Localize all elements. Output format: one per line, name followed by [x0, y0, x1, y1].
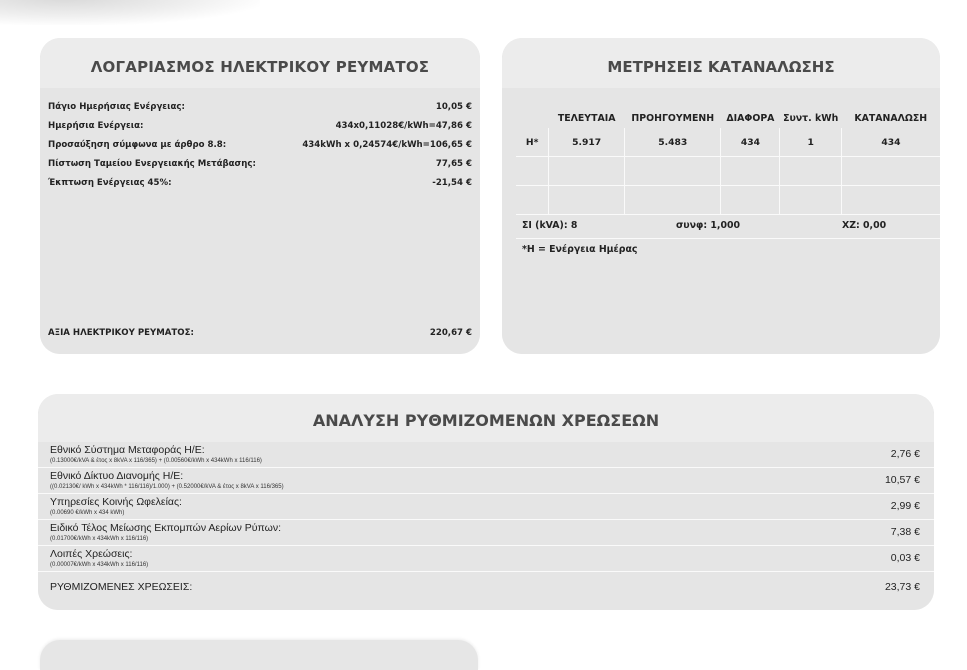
bill-total-row: ΑΞΙΑ ΗΛΕΚΤΡΙΚΟΥ ΡΕΥΜΑΤΟΣ: 220,67 €: [48, 328, 472, 342]
electricity-bill-card: ΛΟΓΑΡΙΑΣΜΟΣ ΗΛΕΚΤΡΙΚΟΥ ΡΕΥΜΑΤΟΣ Πάγιο Ημ…: [40, 38, 480, 354]
bill-row: Πίστωση Ταμείου Ενεργειακής Μετάβασης: 7…: [48, 159, 472, 173]
table-row: [516, 156, 940, 186]
bill-row-value: 10,05 €: [435, 102, 472, 112]
charge-detail: (0.00690 €/kWh x 434 kWh): [50, 510, 125, 516]
electricity-bill-title: ΛΟΓΑΡΙΑΣΜΟΣ ΗΛΕΚΤΡΙΚΟΥ ΡΕΥΜΑΤΟΣ: [40, 38, 480, 88]
charges-total-label: ΡΥΘΜΙΖΟΜΕΝΕΣ ΧΡΕΩΣΕΙΣ:: [50, 581, 193, 593]
column-header: Συντ. kWh: [783, 113, 839, 124]
charge-row: Εθνικό Δίκτυο Διανομής Η/Ε: ((0.02130€/ …: [38, 468, 934, 494]
bill-row-label: Πάγιο Ημερήσιας Ενέργειας:: [48, 102, 185, 112]
charge-detail: (0.13000€/kVA & έτος x 8kVA x 116/365) +…: [50, 458, 262, 464]
regulated-charges-card: ΑΝΑΛΥΣΗ ΡΥΘΜΙΖΟΜΕΝΩΝ ΧΡΕΩΣΕΩΝ Εθνικό Σύσ…: [38, 394, 934, 610]
charge-label: Ειδικό Τέλος Μείωσης Εκπομπών Αερίων Ρύπ…: [50, 522, 281, 534]
table-cell: 1: [779, 128, 842, 157]
table-cell: [548, 156, 626, 186]
column-header: ΠΡΟΗΓΟΥΜΕΝΗ: [631, 113, 715, 124]
charge-label: Λοιπές Χρεώσεις:: [50, 548, 133, 560]
energy-note: *Η = Ενέργεια Ημέρας: [522, 244, 638, 255]
table-cell: [720, 185, 781, 215]
bill-row-label: Έκπτωση Ενέργειας 45%:: [48, 178, 172, 188]
next-card-partial: [40, 640, 478, 670]
charge-value: 10,57 €: [884, 474, 920, 486]
xz-value: ΧΖ: 0,00: [842, 220, 887, 231]
table-cell: 434: [720, 128, 781, 157]
charge-detail: (0.00007€/kWh x 434kWh x 116/116): [50, 562, 149, 568]
bill-row-value: 77,65 €: [435, 159, 472, 169]
table-cell: [841, 185, 940, 215]
bill-row: Έκπτωση Ενέργειας 45%: -21,54 €: [48, 178, 472, 192]
charge-value: 2,76 €: [890, 448, 920, 460]
bill-total-label: ΑΞΙΑ ΗΛΕΚΤΡΙΚΟΥ ΡΕΥΜΑΤΟΣ:: [48, 328, 194, 338]
bill-row-value: -21,54 €: [432, 178, 472, 188]
regulated-charges-body: Εθνικό Σύστημα Μεταφοράς Η/Ε: (0.13000€/…: [38, 442, 934, 610]
table-cell: 5.483: [624, 128, 722, 157]
si-value: ΣΙ (kVA): 8: [522, 220, 578, 231]
charge-label: Εθνικό Δίκτυο Διανομής Η/Ε:: [50, 470, 184, 482]
measurements-card: ΜΕΤΡΗΣΕΙΣ ΚΑΤΑΝΑΛΩΣΗΣ ΤΕΛΕΥΤΑΙΑ ΠΡΟΗΓΟΥΜ…: [502, 38, 940, 354]
bill-row-value: 434x0,11028€/kWh=47,86 €: [335, 121, 472, 131]
charge-value: 0,03 €: [890, 552, 920, 564]
bill-row-value: 434kWh x 0,24574€/kWh=106,65 €: [302, 140, 472, 150]
table-cell: [516, 185, 550, 215]
charge-row: Ειδικό Τέλος Μείωσης Εκπομπών Αερίων Ρύπ…: [38, 520, 934, 546]
bill-row: Προσαύξηση σύμφωνα με άρθρο 8.8: 434kWh …: [48, 140, 472, 154]
charge-row: Εθνικό Σύστημα Μεταφοράς Η/Ε: (0.13000€/…: [38, 442, 934, 468]
charge-detail: (0.01700€/kWh x 434kWh x 116/116): [50, 536, 149, 542]
column-header: ΤΕΛΕΥΤΑΙΑ: [557, 113, 616, 124]
charges-total-value: 23,73 €: [884, 581, 920, 593]
measurements-header-row: ΤΕΛΕΥΤΑΙΑ ΠΡΟΗΓΟΥΜΕΝΗ ΔΙΑΦΟΡΑ Συντ. kWh …: [516, 94, 940, 128]
measurements-title: ΜΕΤΡΗΣΕΙΣ ΚΑΤΑΝΑΛΩΣΗΣ: [502, 38, 940, 88]
table-cell: [548, 185, 626, 215]
measurements-table: ΤΕΛΕΥΤΑΙΑ ΠΡΟΗΓΟΥΜΕΝΗ ΔΙΑΦΟΡΑ Συντ. kWh …: [516, 94, 940, 215]
charge-row: Υπηρεσίες Κοινής Ωφελείας: (0.00690 €/kW…: [38, 494, 934, 520]
column-header: ΚΑΤΑΝΑΛΩΣΗ: [854, 113, 928, 124]
bill-total-value: 220,67 €: [429, 328, 472, 338]
table-cell: [516, 156, 550, 186]
cosphi-value: συνφ: 1,000: [676, 220, 741, 231]
table-cell: [624, 185, 722, 215]
divider: [516, 238, 940, 239]
table-cell: [841, 156, 940, 186]
table-cell: 434: [841, 128, 940, 157]
table-cell: Η*: [516, 128, 550, 157]
charges-total-row: ΡΥΘΜΙΖΟΜΕΝΕΣ ΧΡΕΩΣΕΙΣ: 23,73 €: [38, 574, 934, 598]
charge-label: Εθνικό Σύστημα Μεταφοράς Η/Ε:: [50, 444, 205, 456]
table-cell: [779, 185, 842, 215]
table-cell: [624, 156, 722, 186]
bill-row-label: Ημερήσια Ενέργεια:: [48, 121, 144, 131]
bill-row-label: Προσαύξηση σύμφωνα με άρθρο 8.8:: [48, 140, 227, 150]
table-cell: [779, 156, 842, 186]
table-cell: 5.917: [548, 128, 626, 157]
bill-row-label: Πίστωση Ταμείου Ενεργειακής Μετάβασης:: [48, 159, 256, 169]
charge-detail: ((0.02130€/ kWh x 434kWh * 116/116)/1.00…: [50, 484, 284, 490]
charge-label: Υπηρεσίες Κοινής Ωφελείας:: [50, 496, 182, 508]
regulated-charges-title: ΑΝΑΛΥΣΗ ΡΥΘΜΙΖΟΜΕΝΩΝ ΧΡΕΩΣΕΩΝ: [38, 394, 934, 442]
charge-row: Λοιπές Χρεώσεις: (0.00007€/kWh x 434kWh …: [38, 546, 934, 572]
bill-row: Πάγιο Ημερήσιας Ενέργειας: 10,05 €: [48, 102, 472, 116]
table-cell: [720, 156, 781, 186]
table-row: Η* 5.917 5.483 434 1 434: [516, 128, 940, 157]
charge-value: 2,99 €: [890, 500, 920, 512]
bill-row: Ημερήσια Ενέργεια: 434x0,11028€/kWh=47,8…: [48, 121, 472, 135]
decorative-shadow: [0, 0, 260, 25]
column-header: ΔΙΑΦΟΡΑ: [726, 113, 775, 124]
charge-value: 7,38 €: [890, 526, 920, 538]
table-row: [516, 185, 940, 215]
column-header: [516, 94, 549, 128]
electricity-bill-body: Πάγιο Ημερήσιας Ενέργειας: 10,05 € Ημερή…: [40, 88, 480, 354]
